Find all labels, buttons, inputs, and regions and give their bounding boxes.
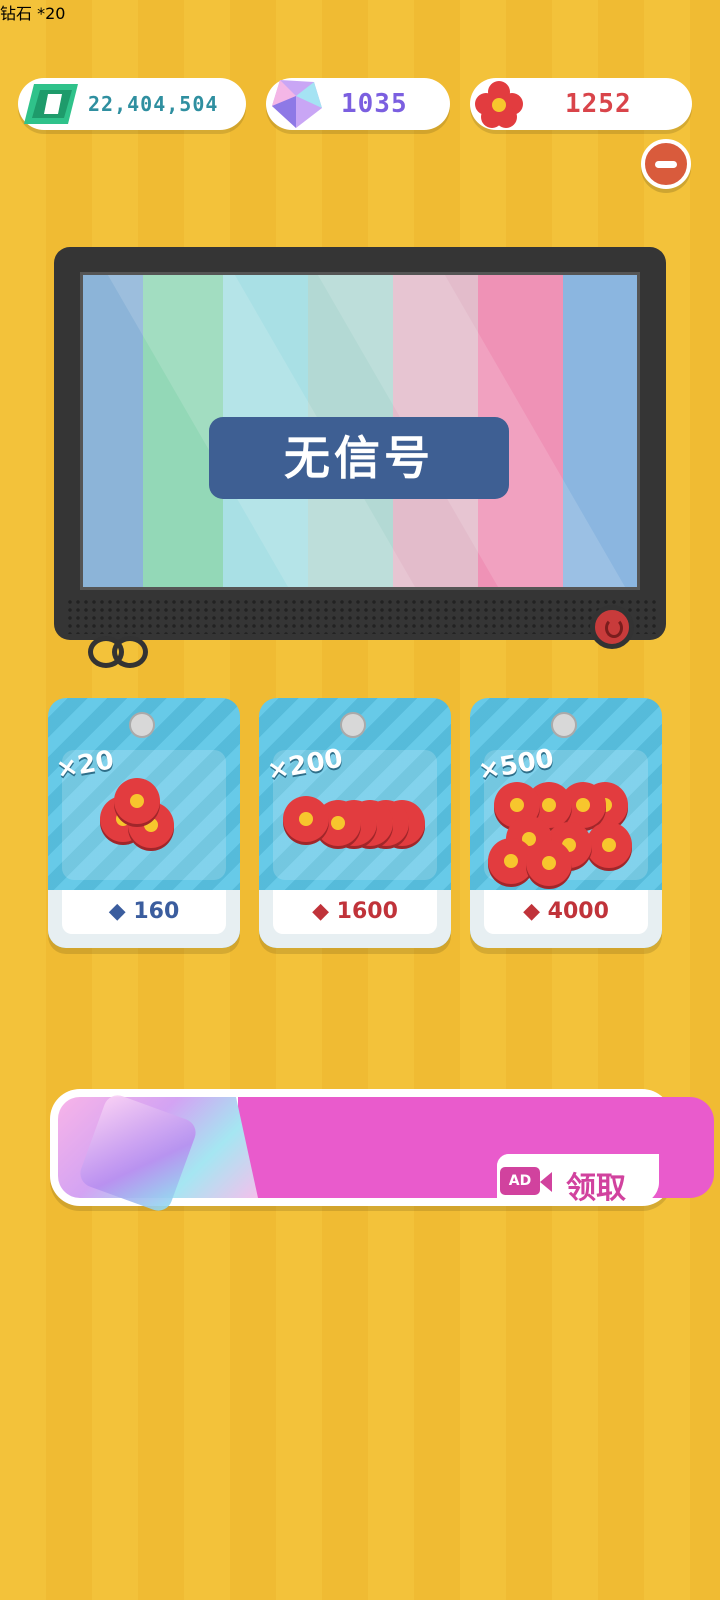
pack-price: ◆ 160 — [108, 899, 180, 924]
ad-video-icon: AD — [500, 1167, 540, 1195]
ruby-price-icon: ◆ — [523, 899, 540, 924]
pack-price: ◆ 4000 — [523, 899, 609, 924]
gem-value: 1035 — [341, 89, 408, 119]
flower-pack-large[interactable]: ×500 ◆ 4000 — [470, 698, 662, 948]
screw-icon — [340, 712, 366, 738]
cash-value: 22,404,504 — [88, 92, 219, 116]
close-button[interactable] — [641, 139, 691, 189]
claim-label: 领取 — [566, 1171, 626, 1206]
cash-icon — [24, 84, 78, 124]
diamond-icon — [272, 80, 322, 128]
no-signal-label: 无信号 — [209, 417, 509, 499]
camera-icon — [540, 1172, 552, 1192]
gem-price-icon: ◆ — [108, 899, 126, 924]
flower-icon — [475, 81, 523, 128]
reward-title: 钻石 *20 — [0, 4, 66, 23]
tv-speaker — [66, 598, 656, 634]
flower-counter: 1252 — [470, 78, 692, 130]
flower-pack-medium[interactable]: ×200 ◆ 1600 — [259, 698, 451, 948]
gem-counter: 1035 — [266, 78, 450, 130]
pack-price: ◆ 1600 — [312, 899, 398, 924]
screw-icon — [551, 712, 577, 738]
cable-icon — [112, 636, 148, 668]
ruby-price-icon: ◆ — [312, 899, 329, 924]
flower-pack-small[interactable]: ×20 ◆ 160 — [48, 698, 240, 948]
screw-icon — [129, 712, 155, 738]
flower-value: 1252 — [565, 89, 632, 119]
power-icon[interactable] — [590, 605, 634, 649]
cash-counter: 22,404,504 — [18, 78, 246, 130]
